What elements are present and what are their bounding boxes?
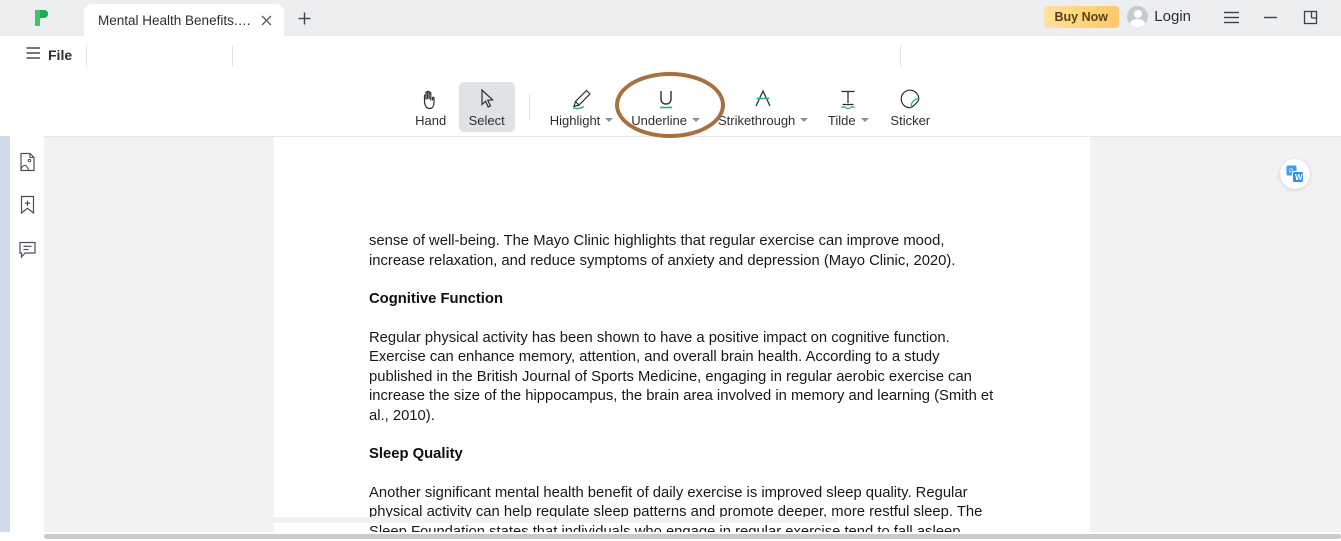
tool-strikethrough[interactable]: Strikethrough (712, 82, 814, 132)
tool-tilde[interactable]: Tilde (820, 82, 876, 132)
paragraph: sense of well-being. The Mayo Clinic hig… (369, 233, 956, 269)
divider (232, 45, 233, 67)
tool-strikethrough-label: Strikethrough (718, 113, 809, 128)
tool-tilde-label: Tilde (828, 113, 869, 128)
close-icon[interactable] (258, 12, 274, 28)
underline-icon (653, 87, 679, 111)
annotation-toolbar: Hand Select Highlight Underline Striketh… (0, 78, 1341, 136)
hand-icon (420, 87, 442, 111)
minimize-icon[interactable] (1259, 6, 1281, 28)
hamburger-menu-icon[interactable] (1220, 6, 1242, 28)
tool-hand[interactable]: Hand (403, 82, 459, 132)
buy-now-label: Buy Now (1054, 10, 1108, 24)
pdf-page[interactable]: sense of well-being. The Mayo Clinic hig… (274, 137, 1090, 532)
tab-bar: Mental Health Benefits.pdf Buy Now Login (0, 0, 1341, 36)
menu-row: File Home Edit Comment Convert (0, 36, 1341, 109)
login-button[interactable]: Login (1127, 6, 1191, 27)
tilde-squiggly-underline-icon (835, 87, 861, 111)
bottom-bar (0, 532, 1341, 541)
left-edge-strip (0, 136, 10, 532)
divider (528, 94, 530, 120)
convert-to-word-icon[interactable]: P W (1280, 159, 1310, 189)
document-content: sense of well-being. The Mayo Clinic hig… (369, 232, 999, 532)
plus-icon[interactable] (294, 8, 314, 28)
horizontal-scrollbar[interactable] (88, 517, 1341, 523)
restore-window-icon[interactable] (1299, 6, 1321, 28)
paragraph: Regular physical activity has been shown… (369, 329, 994, 424)
divider (900, 45, 901, 67)
page-thumbnail-icon[interactable] (15, 150, 39, 174)
left-rail (10, 136, 44, 532)
bottom-scrollbar-track[interactable] (44, 534, 1341, 539)
tool-underline[interactable]: Underline (625, 82, 706, 132)
tool-highlight-label: Highlight (550, 113, 614, 128)
file-menu-button[interactable]: File (26, 46, 72, 64)
cursor-select-icon (477, 87, 497, 111)
scrollbar-thumb[interactable] (98, 517, 838, 523)
strikethrough-icon (750, 87, 776, 111)
chevron-down-icon[interactable] (860, 118, 869, 122)
tab-title: Mental Health Benefits.pdf (98, 12, 254, 28)
hamburger-menu-icon (26, 46, 41, 64)
highlighter-pen-icon (569, 87, 595, 111)
tool-hand-label: Hand (415, 112, 447, 128)
tool-sticker[interactable]: Sticker (882, 82, 938, 132)
user-avatar-icon (1127, 6, 1149, 27)
afirstsoft-logo-icon (32, 8, 52, 28)
heading: Sleep Quality (369, 446, 463, 462)
chevron-down-icon[interactable] (605, 118, 614, 122)
login-label: Login (1154, 8, 1191, 25)
tool-underline-label: Underline (631, 113, 700, 128)
sticker-icon (897, 87, 923, 111)
buy-now-button[interactable]: Buy Now (1043, 6, 1119, 28)
heading: Cognitive Function (369, 291, 503, 307)
divider (86, 45, 87, 67)
chevron-down-icon[interactable] (800, 118, 809, 122)
chevron-down-icon[interactable] (691, 118, 700, 122)
comment-list-icon[interactable] (15, 237, 39, 261)
document-tab[interactable]: Mental Health Benefits.pdf (84, 4, 284, 36)
tool-sticker-label: Sticker (890, 112, 931, 128)
tool-select-label: Select (468, 112, 505, 128)
paragraph: Another significant mental health benefi… (369, 484, 983, 533)
tool-select[interactable]: Select (458, 82, 515, 132)
tool-highlight[interactable]: Highlight (544, 82, 620, 132)
bookmark-add-icon[interactable] (15, 193, 39, 217)
pdf-viewer[interactable]: sense of well-being. The Mayo Clinic hig… (44, 136, 1341, 532)
svg-text:W: W (1295, 173, 1303, 182)
file-menu-label: File (48, 47, 73, 63)
